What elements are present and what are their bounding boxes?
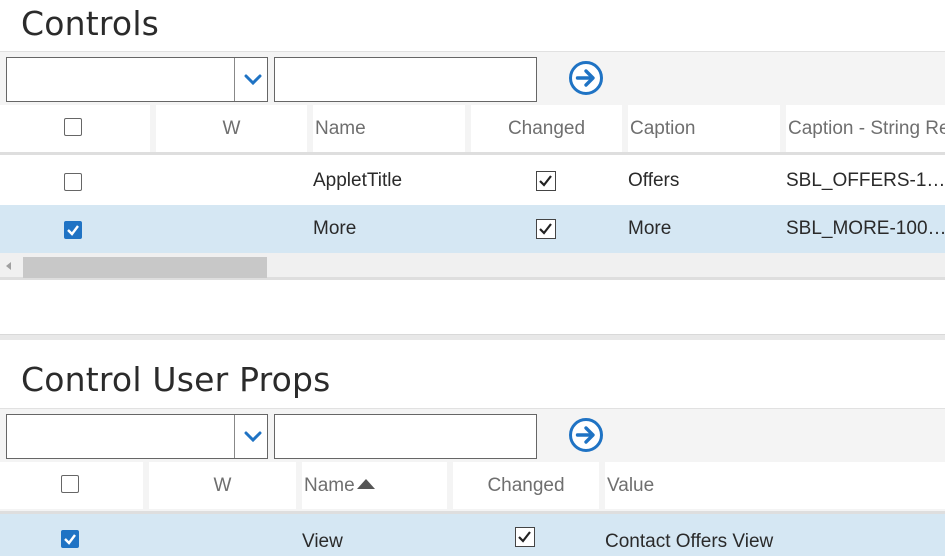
cell-name: View [302, 531, 343, 552]
column-header-caption-string-ref[interactable]: Caption - String Re [780, 105, 945, 152]
column-header-changed[interactable]: Changed [465, 105, 622, 152]
changed-checkbox[interactable] [515, 527, 535, 547]
select-divider [234, 58, 235, 101]
select-all-header [0, 462, 143, 509]
column-header-caption[interactable]: Caption [622, 105, 780, 152]
column-header-name[interactable]: Name [307, 105, 465, 152]
scrollbar-thumb[interactable] [23, 257, 267, 278]
cell-name: More [313, 218, 357, 239]
row-select-checkbox[interactable] [64, 221, 82, 239]
go-arrow-icon[interactable] [568, 60, 604, 96]
select-all-checkbox[interactable] [64, 118, 82, 136]
select-all-header [0, 105, 150, 152]
checkmark-icon [539, 175, 552, 187]
user-props-applet: Control User Props W Name Changed Value … [0, 340, 945, 556]
changed-checkbox[interactable] [536, 171, 556, 191]
chevron-down-icon[interactable] [243, 70, 263, 90]
controls-title: Controls [21, 4, 160, 43]
checkmark-icon [67, 225, 79, 236]
cell-caption: Offers [628, 170, 680, 191]
cell-w [160, 205, 300, 253]
row-select-checkbox[interactable] [61, 530, 79, 548]
table-row[interactable]: View Contact Offers View [0, 514, 945, 556]
user-props-header-row: W Name Changed Value [0, 462, 945, 514]
user-props-query-toolbar [0, 408, 945, 462]
go-arrow-icon[interactable] [568, 417, 604, 453]
cell-w [155, 518, 290, 556]
controls-header-row: W Name Changed Caption Caption - String … [0, 105, 945, 155]
cell-value: Contact Offers View [605, 531, 774, 552]
user-props-title: Control User Props [21, 360, 331, 399]
controls-applet: Controls W Name Changed Caption Caption … [0, 0, 945, 334]
chevron-down-icon[interactable] [243, 427, 263, 447]
checkmark-icon [539, 223, 552, 235]
cell-name: AppletTitle [313, 170, 403, 191]
column-header-name[interactable]: Name [296, 462, 447, 509]
cell-caption-string-ref: SBL_OFFERS-1… [786, 170, 945, 191]
scroll-left-icon[interactable] [6, 262, 11, 270]
user-props-field-select[interactable] [6, 414, 268, 459]
sort-ascending-icon[interactable] [356, 477, 376, 491]
cell-caption: More [628, 218, 672, 239]
table-row[interactable]: More More SBL_MORE-100… [0, 205, 945, 253]
checkmark-icon [518, 531, 531, 543]
controls-query-input[interactable] [274, 57, 537, 102]
user-props-query-input[interactable] [274, 414, 537, 459]
select-divider [234, 415, 235, 458]
select-all-checkbox[interactable] [61, 475, 79, 493]
column-header-changed[interactable]: Changed [447, 462, 599, 509]
checkmark-icon [64, 534, 76, 545]
horizontal-scrollbar[interactable] [0, 253, 945, 280]
changed-checkbox[interactable] [536, 219, 556, 239]
cell-w [160, 157, 300, 205]
controls-query-toolbar [0, 51, 945, 105]
row-select-checkbox[interactable] [64, 173, 82, 191]
column-header-w[interactable]: W [150, 105, 307, 152]
table-row[interactable]: AppletTitle Offers SBL_OFFERS-1… [0, 157, 945, 205]
cell-caption-string-ref: SBL_MORE-100… [786, 218, 945, 239]
controls-field-select[interactable] [6, 57, 268, 102]
column-header-value[interactable]: Value [599, 462, 945, 509]
column-header-name-label: Name [304, 475, 355, 496]
column-header-w[interactable]: W [143, 462, 296, 509]
